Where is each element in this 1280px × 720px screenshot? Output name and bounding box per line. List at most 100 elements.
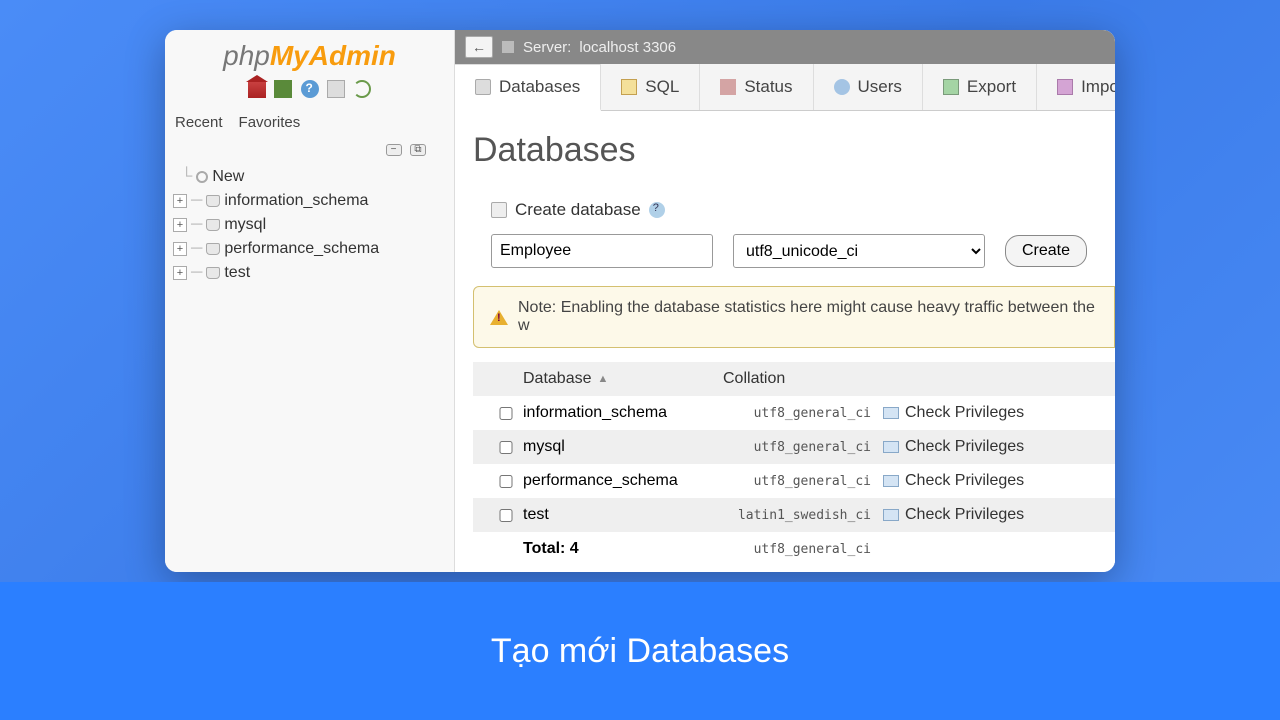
main-panel: ← Server: localhost 3306 Databases SQL S… xyxy=(455,30,1115,572)
row-checkbox[interactable] xyxy=(489,441,523,454)
total-count: Total: 4 xyxy=(523,540,723,558)
sidebar: phpMyAdmin Recent Favorites − ⧉ └ xyxy=(165,30,455,572)
create-db-form: utf8_unicode_ci Create xyxy=(473,220,1115,286)
tab-sql[interactable]: SQL xyxy=(601,64,700,110)
main-tabs: Databases SQL Status Users Export xyxy=(455,64,1115,111)
create-button[interactable]: Create xyxy=(1005,235,1087,267)
table-row: mysql utf8_general_ci Check Privileges xyxy=(473,430,1115,464)
caption-text: Tạo mới Databases xyxy=(491,632,789,671)
tab-label: SQL xyxy=(645,77,679,97)
collapse-all-icon[interactable]: − xyxy=(386,144,402,156)
databases-icon xyxy=(475,79,491,95)
settings-icon[interactable] xyxy=(327,80,345,98)
tab-recent[interactable]: Recent xyxy=(167,110,231,135)
back-button[interactable]: ← xyxy=(465,36,493,58)
tab-label: Users xyxy=(858,77,902,97)
privileges-icon xyxy=(883,509,899,521)
warning-icon xyxy=(490,310,508,325)
expand-icon[interactable]: + xyxy=(173,194,187,208)
phpmyadmin-window: phpMyAdmin Recent Favorites − ⧉ └ xyxy=(165,30,1115,572)
privileges-icon xyxy=(883,407,899,419)
note-text: Note: Enabling the database statistics h… xyxy=(518,299,1098,335)
note-box: Note: Enabling the database statistics h… xyxy=(473,286,1115,348)
db-collation: utf8_general_ci xyxy=(723,440,883,455)
tree-item[interactable]: + ─ mysql xyxy=(173,213,454,237)
database-icon xyxy=(206,195,220,207)
tree-item[interactable]: + ─ test xyxy=(173,261,454,285)
check-privileges-link[interactable]: Check Privileges xyxy=(883,404,1083,422)
server-bar: ← Server: localhost 3306 xyxy=(455,30,1115,64)
expand-icon[interactable]: + xyxy=(173,218,187,232)
tab-databases[interactable]: Databases xyxy=(455,64,601,111)
logo: phpMyAdmin xyxy=(165,30,454,74)
database-icon xyxy=(206,219,220,231)
create-db-label: Create database xyxy=(515,200,641,220)
tab-export[interactable]: Export xyxy=(923,64,1037,110)
tab-label: Import xyxy=(1081,77,1115,97)
tree-item-label: mysql xyxy=(224,216,266,234)
row-checkbox[interactable] xyxy=(489,509,523,522)
logout-icon[interactable] xyxy=(274,80,292,98)
caption-bar: Tạo mới Databases xyxy=(0,582,1280,720)
tree-item-label: test xyxy=(224,264,250,282)
db-tree: └ New + ─ information_schema + ─ mysql xyxy=(165,161,454,285)
export-icon xyxy=(943,79,959,95)
new-db-icon xyxy=(196,171,208,183)
create-db-icon xyxy=(491,202,507,218)
tree-item-label: information_schema xyxy=(224,192,368,210)
db-name[interactable]: performance_schema xyxy=(523,472,723,490)
docs-icon[interactable] xyxy=(301,80,319,98)
sql-icon xyxy=(621,79,637,95)
collation-select[interactable]: utf8_unicode_ci xyxy=(733,234,985,268)
database-icon xyxy=(206,267,220,279)
db-collation: latin1_swedish_ci xyxy=(723,508,883,523)
link-icon[interactable]: ⧉ xyxy=(410,144,426,156)
tree-new-label: New xyxy=(212,168,244,186)
db-name[interactable]: information_schema xyxy=(523,404,723,422)
tab-users[interactable]: Users xyxy=(814,64,923,110)
db-table: Database ▲ Collation information_schema … xyxy=(473,362,1115,566)
tree-item-label: performance_schema xyxy=(224,240,379,258)
tab-label: Databases xyxy=(499,77,580,97)
expand-icon[interactable]: + xyxy=(173,242,187,256)
foot-collation: utf8_general_ci xyxy=(723,542,883,557)
check-privileges-link[interactable]: Check Privileges xyxy=(883,472,1083,490)
sidebar-nav-tabs: Recent Favorites xyxy=(165,104,454,135)
tab-favorites[interactable]: Favorites xyxy=(231,110,309,135)
db-name-input[interactable] xyxy=(491,234,713,268)
server-value: localhost 3306 xyxy=(579,39,676,56)
reload-icon[interactable] xyxy=(353,80,371,98)
database-icon xyxy=(206,243,220,255)
col-collation[interactable]: Collation xyxy=(723,370,883,388)
table-row: information_schema utf8_general_ci Check… xyxy=(473,396,1115,430)
check-privileges-link[interactable]: Check Privileges xyxy=(883,438,1083,456)
db-name[interactable]: test xyxy=(523,506,723,524)
help-icon[interactable] xyxy=(649,202,665,218)
import-icon xyxy=(1057,79,1073,95)
server-label: Server: xyxy=(523,39,571,56)
tree-controls: − ⧉ xyxy=(165,135,454,161)
create-db-header: Create database xyxy=(473,200,1115,220)
tree-item[interactable]: + ─ performance_schema xyxy=(173,237,454,261)
table-row: test latin1_swedish_ci Check Privileges xyxy=(473,498,1115,532)
status-icon xyxy=(720,79,736,95)
home-icon[interactable] xyxy=(248,80,266,98)
tree-item[interactable]: + ─ information_schema xyxy=(173,189,454,213)
check-privileges-link[interactable]: Check Privileges xyxy=(883,506,1083,524)
table-footer: Total: 4 utf8_general_ci xyxy=(473,532,1115,566)
expand-icon[interactable]: + xyxy=(173,266,187,280)
server-icon xyxy=(501,40,515,54)
tree-new[interactable]: └ New xyxy=(173,165,454,189)
tab-status[interactable]: Status xyxy=(700,64,813,110)
row-checkbox[interactable] xyxy=(489,407,523,420)
db-collation: utf8_general_ci xyxy=(723,474,883,489)
table-header: Database ▲ Collation xyxy=(473,362,1115,396)
col-database[interactable]: Database ▲ xyxy=(523,370,723,388)
sidebar-toolbar xyxy=(165,74,454,104)
db-name[interactable]: mysql xyxy=(523,438,723,456)
row-checkbox[interactable] xyxy=(489,475,523,488)
privileges-icon xyxy=(883,441,899,453)
page-title: Databases xyxy=(473,131,1115,200)
tab-import[interactable]: Import xyxy=(1037,64,1115,110)
sort-asc-icon: ▲ xyxy=(598,373,609,385)
